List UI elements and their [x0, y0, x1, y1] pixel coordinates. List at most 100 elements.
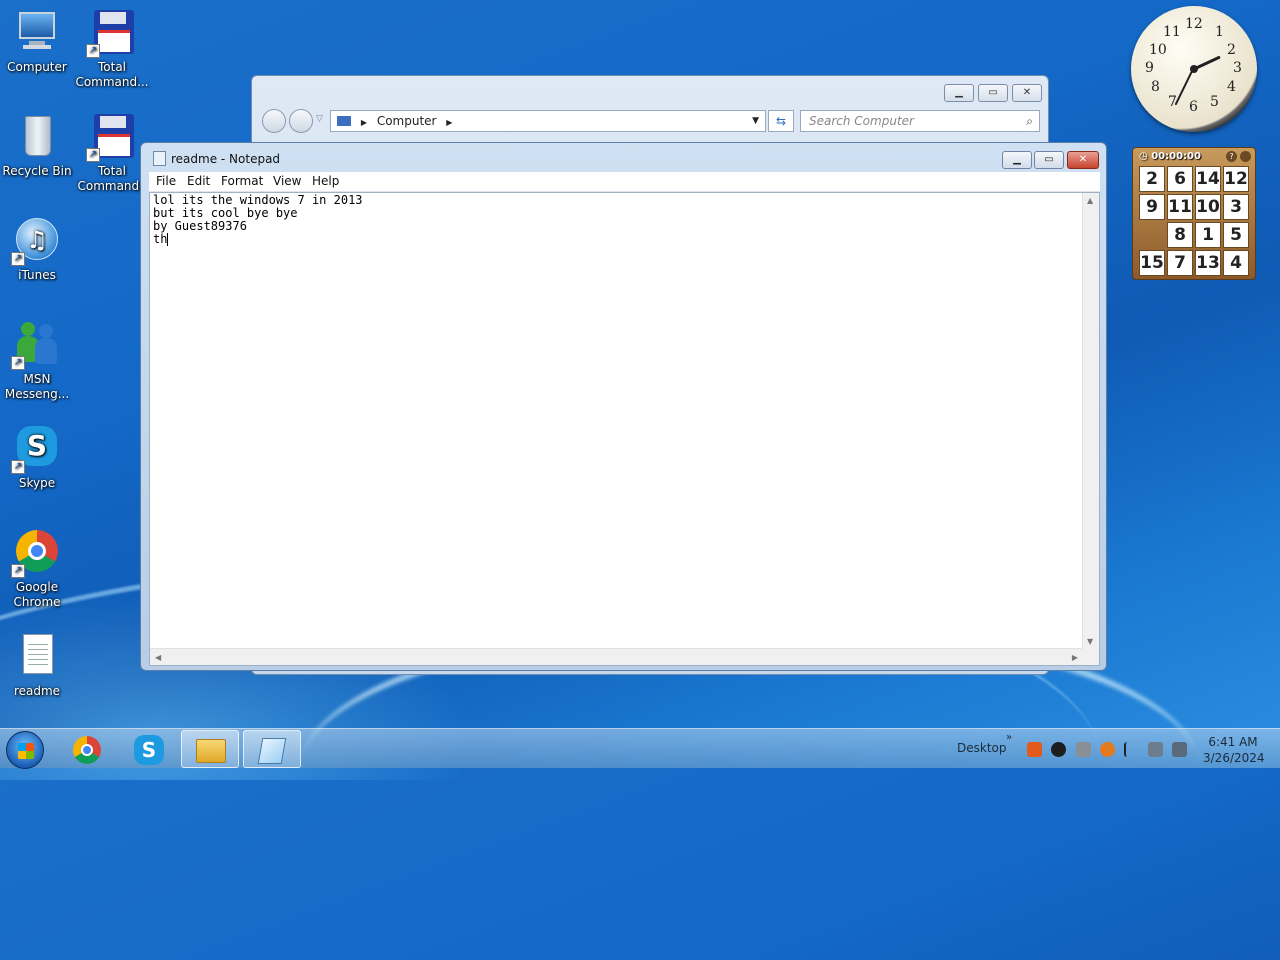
msn-messenger-icon: ↗	[11, 320, 61, 370]
notepad-icon	[257, 738, 287, 764]
minimize-button[interactable]: ▁	[1002, 151, 1032, 169]
scroll-up-icon[interactable]: ▲	[1087, 196, 1093, 205]
resize-grip[interactable]	[1082, 648, 1099, 665]
puzzle-empty-slot[interactable]	[1139, 222, 1165, 248]
desktop-icon-computer[interactable]: Computer	[0, 8, 74, 75]
scroll-down-icon[interactable]: ▼	[1087, 637, 1093, 646]
taskbar-skype[interactable]: S	[120, 730, 178, 768]
desktop-icon-recycle-bin[interactable]: Recycle Bin	[0, 112, 74, 179]
network-tray-icon[interactable]	[1148, 742, 1163, 757]
clock-number: 2	[1227, 42, 1236, 58]
taskbar: S Desktop » 6:41 AM 3/26/2024	[0, 728, 1280, 769]
clock-number: 8	[1151, 79, 1160, 95]
back-button[interactable]	[262, 109, 286, 133]
refresh-icon[interactable]: ⇆	[768, 110, 794, 132]
help-icon[interactable]: ?	[1226, 151, 1237, 162]
clock-number: 3	[1233, 60, 1242, 76]
clock-number: 9	[1145, 60, 1154, 76]
desktop-icon-label: Skype	[18, 476, 56, 490]
maximize-button[interactable]: ▭	[1034, 151, 1064, 169]
desktop-icon-google-chrome[interactable]: ↗ Google Chrome	[0, 528, 74, 610]
itunes-icon: ♫ ↗	[11, 216, 61, 266]
clock-number: 12	[1185, 16, 1203, 32]
tools-tray-icon[interactable]	[1076, 742, 1091, 757]
puzzle-tile[interactable]: 12	[1223, 166, 1249, 192]
desktop-icon-skype[interactable]: S ↗ Skype	[0, 424, 74, 491]
menu-file[interactable]: File	[156, 174, 176, 188]
text-file-icon	[13, 632, 61, 680]
puzzle-tile[interactable]: 11	[1167, 194, 1193, 220]
scroll-left-icon[interactable]: ◀	[155, 653, 161, 662]
skype-icon: S	[134, 735, 164, 765]
desktop-icon-label: readme	[13, 684, 61, 698]
desktop-icon-readme[interactable]: readme	[0, 632, 74, 699]
menu-view[interactable]: View	[273, 174, 301, 188]
close-button[interactable]: ✕	[1067, 151, 1099, 169]
address-bar[interactable]: ▶ Computer ▶ ▼	[330, 110, 766, 132]
desktop-icon-label: Total Commande	[77, 164, 147, 193]
notepad-window[interactable]: readme - Notepad ▁ ▭ ✕ File Edit Format …	[140, 142, 1107, 671]
floppy-disk-icon: ↗	[86, 112, 136, 162]
puzzle-tile[interactable]: 14	[1195, 166, 1221, 192]
taskbar-clock[interactable]: 6:41 AM 3/26/2024	[1203, 734, 1265, 766]
minimize-button[interactable]: ▁	[944, 84, 974, 102]
forward-button[interactable]	[289, 109, 313, 133]
chrome-icon: ↗	[11, 528, 61, 578]
time-text: 6:41 AM	[1208, 735, 1258, 749]
puzzle-tile[interactable]: 7	[1167, 250, 1193, 276]
search-tray-icon[interactable]	[1100, 742, 1115, 757]
puzzle-tile[interactable]: 3	[1223, 194, 1249, 220]
recent-pages-chevron-icon[interactable]: ▽	[316, 114, 323, 124]
settings-icon[interactable]	[1240, 151, 1251, 162]
desktop-toolbar-label[interactable]: Desktop	[957, 741, 1007, 755]
maximize-button[interactable]: ▭	[978, 84, 1008, 102]
floppy-disk-icon: ↗	[86, 8, 136, 58]
show-hidden-icons-chevron-icon[interactable]: »	[1006, 732, 1012, 743]
puzzle-tile[interactable]: 15	[1139, 250, 1165, 276]
close-button[interactable]: ✕	[1012, 84, 1042, 102]
puzzle-gadget[interactable]: ◷ 00:00:00 ? 2 6 14 12 9 11 10 3 8 1 5 15 7 13 4	[1132, 147, 1256, 280]
security-tray-icon[interactable]	[1051, 742, 1066, 757]
avast-tray-icon[interactable]	[1027, 742, 1042, 757]
search-input[interactable]: Search Computer ⌕	[800, 110, 1040, 132]
start-button[interactable]	[6, 731, 44, 769]
desktop-icon-total-commander[interactable]: ↗ Total Command...	[75, 8, 149, 90]
desktop-icon-label: Computer	[7, 60, 67, 74]
taskbar-explorer[interactable]	[181, 730, 239, 768]
clock-number: 4	[1227, 79, 1236, 95]
puzzle-tile[interactable]: 1	[1195, 222, 1221, 248]
breadcrumb-computer[interactable]: Computer	[377, 114, 437, 128]
puzzle-tile[interactable]: 10	[1195, 194, 1221, 220]
clock-number: 1	[1215, 24, 1224, 40]
puzzle-tile[interactable]: 9	[1139, 194, 1165, 220]
desktop-icon-msn-messenger[interactable]: ↗ MSN Messeng...	[0, 320, 74, 402]
computer-icon	[13, 8, 61, 56]
puzzle-tile[interactable]: 8	[1167, 222, 1193, 248]
clock-gadget[interactable]: 12 1 2 3 4 5 6 7 8 9 10 11	[1131, 6, 1257, 132]
puzzle-tile[interactable]: 4	[1223, 250, 1249, 276]
puzzle-tile[interactable]: 6	[1167, 166, 1193, 192]
puzzle-tile[interactable]: 5	[1223, 222, 1249, 248]
menu-format[interactable]: Format	[221, 174, 263, 188]
search-icon[interactable]: ⌕	[1026, 111, 1033, 131]
computer-icon	[337, 116, 351, 126]
desktop-icon-label: Total Command...	[75, 60, 149, 89]
puzzle-tile[interactable]: 13	[1195, 250, 1221, 276]
editor-content[interactable]: lol its the windows 7 in 2013 but its co…	[153, 193, 363, 246]
scroll-right-icon[interactable]: ▶	[1072, 653, 1078, 662]
notepad-icon	[153, 151, 166, 166]
address-dropdown-icon[interactable]: ▼	[752, 111, 759, 131]
vertical-scrollbar[interactable]: ▲ ▼	[1082, 193, 1099, 649]
desktop-icon-total-commander-2[interactable]: ↗ Total Commande	[75, 112, 149, 194]
desktop-icon-itunes[interactable]: ♫ ↗ iTunes	[0, 216, 74, 283]
volume-muted-icon[interactable]	[1172, 742, 1187, 757]
puzzle-tile[interactable]: 2	[1139, 166, 1165, 192]
taskbar-notepad[interactable]	[243, 730, 301, 768]
clock-number: 10	[1149, 42, 1167, 58]
action-center-flag-icon[interactable]	[1124, 742, 1139, 757]
text-editor[interactable]: lol its the windows 7 in 2013 but its co…	[149, 192, 1100, 666]
horizontal-scrollbar[interactable]: ◀ ▶	[150, 648, 1083, 665]
menu-help[interactable]: Help	[312, 174, 339, 188]
taskbar-chrome[interactable]	[58, 730, 116, 768]
menu-edit[interactable]: Edit	[187, 174, 210, 188]
